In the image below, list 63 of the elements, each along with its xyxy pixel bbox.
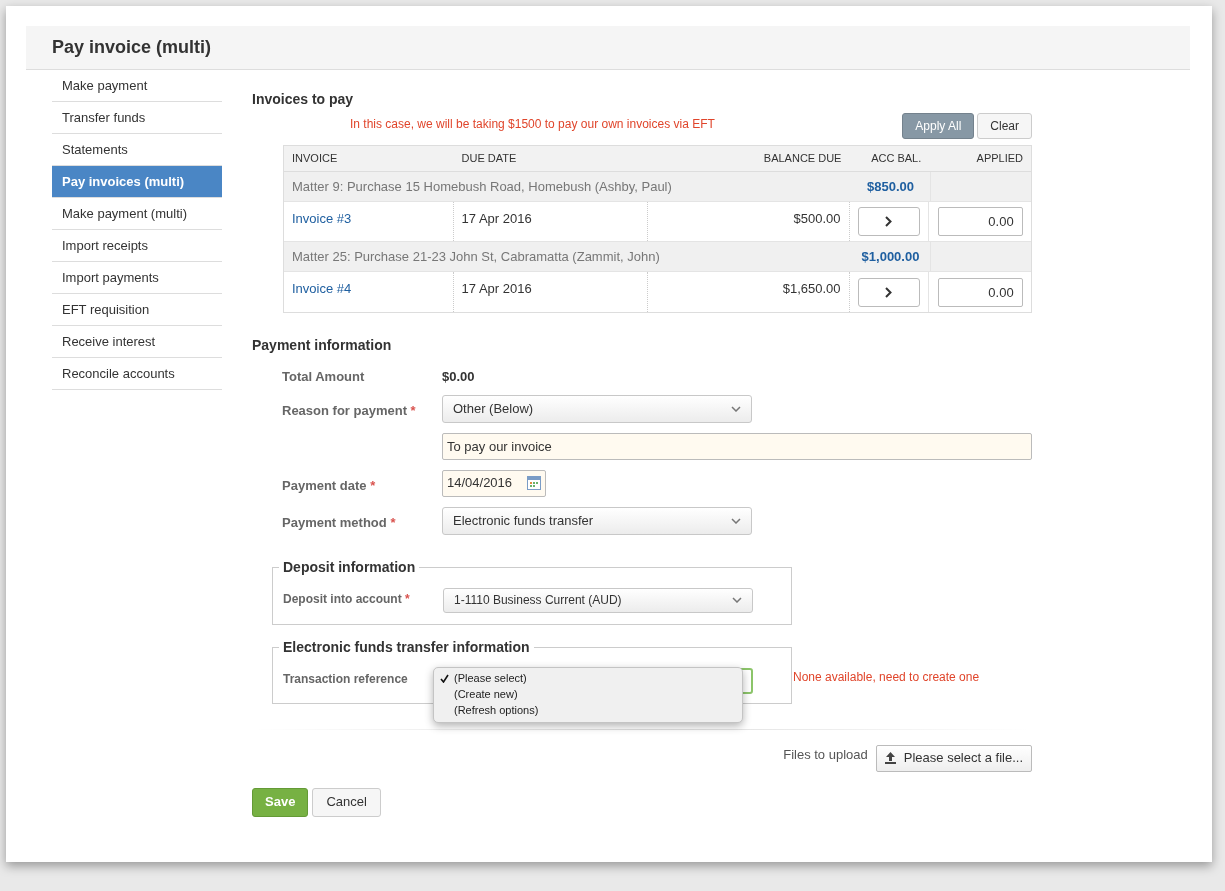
- cancel-button[interactable]: Cancel: [312, 787, 381, 817]
- invoice-link[interactable]: Invoice #3: [292, 211, 352, 226]
- sidebar-item[interactable]: Pay invoices (multi): [52, 166, 222, 198]
- invoice-link[interactable]: Invoice #4: [292, 281, 352, 296]
- sidebar-item[interactable]: Import payments: [52, 262, 222, 294]
- caret-icon: [732, 597, 742, 603]
- upload-icon: [884, 752, 896, 764]
- sidebar-item[interactable]: Make payment (multi): [52, 198, 222, 230]
- note-text: In this case, we will be taking $1500 to pay our own invoices via EFT: [350, 116, 715, 133]
- required-mark: *: [370, 477, 376, 493]
- field-label: Transaction reference: [283, 670, 409, 688]
- section-heading: Invoices to pay: [252, 90, 355, 107]
- table-cell: $1,650.00: [648, 272, 850, 312]
- sidebar-item[interactable]: Reconcile accounts: [52, 358, 222, 390]
- account-balance: $1,000.00: [861, 247, 920, 266]
- table-cell: 17 Apr 2016: [453, 202, 649, 241]
- menu-option[interactable]: (Refresh options): [434, 702, 742, 719]
- required-mark: *: [405, 591, 410, 606]
- calendar-icon[interactable]: [527, 476, 541, 490]
- menu-option[interactable]: (Please select): [434, 670, 742, 687]
- matter-title: Matter 25: Purchase 21-23 John St, Cabramatta (Zammit, John): [291, 247, 661, 266]
- field-label: Deposit into account: [283, 591, 402, 606]
- select-field[interactable]: Other (Below): [442, 394, 752, 423]
- date-field[interactable]: 14/04/2016: [442, 469, 546, 497]
- sidebar-item[interactable]: EFT requisition: [52, 294, 222, 326]
- table-cell: 17 Apr 2016: [453, 272, 649, 312]
- applied-field[interactable]: 0.00: [937, 277, 1023, 307]
- field-label: Payment date: [282, 477, 367, 493]
- chevron-right-icon: [885, 286, 893, 298]
- total-amount: $0.00: [442, 368, 475, 386]
- sidebar-item[interactable]: Import receipts: [52, 230, 222, 262]
- column-header: APPLIED: [975, 151, 1024, 167]
- reason-field[interactable]: To pay our invoice: [442, 432, 1032, 460]
- field-label: Payment method: [282, 514, 387, 530]
- matter-title: Matter 9: Purchase 15 Homebush Road, Homebush (Ashby, Paul): [291, 177, 673, 196]
- required-mark: *: [410, 402, 416, 418]
- menu-option[interactable]: (Create new): [434, 686, 742, 703]
- sidebar-item[interactable]: Transfer funds: [52, 102, 222, 134]
- required-mark: *: [390, 514, 396, 530]
- section-heading: Payment information: [252, 336, 393, 353]
- column-header: DUE DATE: [460, 151, 518, 167]
- applied-field[interactable]: 0.00: [937, 207, 1023, 236]
- page-title: Pay invoice (multi): [52, 36, 212, 59]
- caret-icon: [731, 517, 741, 524]
- upload-label: Files to upload: [783, 746, 868, 765]
- field-label: Reason for payment: [282, 402, 407, 418]
- clear-button[interactable]: Clear: [977, 113, 1032, 139]
- caret-icon: [731, 405, 741, 412]
- select-field[interactable]: 1-1110 Business Current (AUD): [443, 587, 753, 613]
- table-cell: $500.00: [648, 202, 850, 241]
- apply-button[interactable]: [857, 277, 920, 307]
- chevron-right-icon: [885, 216, 893, 227]
- sidebar-item[interactable]: Receive interest: [52, 326, 222, 358]
- apply-button[interactable]: [857, 207, 920, 236]
- error-text: None available, need to create one: [793, 668, 980, 686]
- account-balance: $850.00: [867, 177, 914, 196]
- column-header: INVOICE: [291, 151, 339, 167]
- field-label: Total Amount: [282, 369, 365, 384]
- sidebar-item[interactable]: Make payment: [52, 70, 222, 102]
- select-field[interactable]: Electronic funds transfer: [442, 506, 752, 535]
- upload-button[interactable]: Please select a file...: [875, 744, 1032, 772]
- column-header: ACC BAL.: [870, 151, 923, 167]
- column-header: BALANCE DUE: [762, 151, 843, 167]
